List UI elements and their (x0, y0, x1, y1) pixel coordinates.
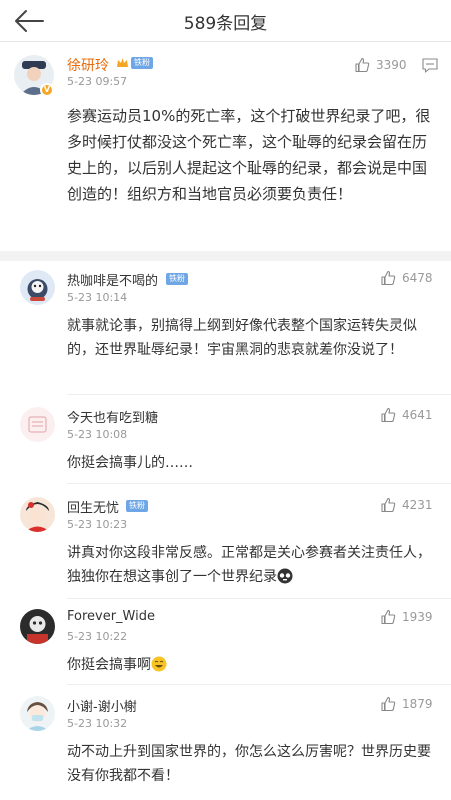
reply-time: 5-23 10:22 (67, 630, 128, 643)
like-button[interactable]: 3390 (354, 57, 407, 73)
fan-badge: 铁粉 (166, 273, 188, 285)
reply-time: 5-23 10:08 (67, 428, 128, 441)
like-count: 4231 (402, 498, 433, 512)
comment-icon[interactable] (421, 56, 439, 74)
main-comment: V 徐研玲 铁粉 5-23 09:57 3390 参赛运动员10%的死亡率，这个… (0, 43, 451, 251)
thumbs-up-icon (381, 696, 396, 712)
author-name[interactable]: 徐研玲 (67, 55, 109, 75)
like-button[interactable]: 1939 (380, 609, 433, 625)
avatar[interactable] (20, 270, 55, 305)
thumbs-up-icon (355, 57, 370, 73)
avatar-image-icon (20, 407, 55, 442)
thumbs-up-icon (381, 497, 396, 513)
reply-text: 你挺会搞事儿的…… (67, 455, 193, 471)
like-button[interactable]: 4231 (380, 497, 433, 513)
avatar[interactable] (20, 696, 55, 731)
like-count: 1879 (402, 697, 433, 711)
reply-time: 5-23 10:32 (67, 717, 128, 730)
reply-text: 讲真对你这段非常反感。正常都是关心参赛者关注责任人，独独你在想这事创了一个世界纪… (67, 545, 431, 585)
like-button[interactable]: 4641 (380, 407, 433, 423)
thumbs-up-icon (381, 270, 396, 286)
reply-author[interactable]: 小谢-谢小榭 (67, 696, 137, 715)
face-emoji-icon (277, 568, 293, 584)
reply-author[interactable]: 今天也有吃到糖 (67, 407, 158, 426)
reply-text-wrap: 讲真对你这段非常反感。正常都是关心参赛者关注责任人，独独你在想这事创了一个世界纪… (67, 541, 437, 589)
reply-divider (67, 684, 451, 685)
grin-emoji-icon (151, 656, 167, 672)
like-count: 6478 (402, 271, 433, 285)
reply-divider (67, 394, 451, 395)
avatar-image-icon (20, 609, 55, 644)
verified-v-icon: V (40, 83, 54, 97)
avatar-image-icon (20, 270, 55, 305)
avatar[interactable] (20, 609, 55, 644)
reply-author[interactable]: 回生无忧 (67, 497, 119, 516)
avatar-image-icon (20, 696, 55, 731)
post-text: 参赛运动员10%的死亡率，这个打破世界纪录了吧，很多时候打仗都没这个死亡率，这个… (67, 107, 431, 203)
post-time: 5-23 09:57 (67, 75, 128, 88)
reply-text: 就事就论事，别搞得上纲到好像代表整个国家运转失灵似的，还世界耻辱纪录！宇宙黑洞的… (67, 318, 417, 358)
page-title: 589条回复 (183, 14, 268, 34)
reply-time: 5-23 10:23 (67, 518, 128, 531)
reply-text: 你挺会搞事啊 (67, 657, 151, 673)
like-count: 3390 (376, 58, 407, 72)
like-count: 4641 (402, 408, 433, 422)
avatar-image-icon (20, 497, 55, 532)
like-button[interactable]: 6478 (380, 270, 433, 286)
avatar[interactable] (20, 497, 55, 532)
reply-author[interactable]: Forever_Wide (67, 609, 155, 624)
avatar[interactable] (20, 407, 55, 442)
like-button[interactable]: 1879 (380, 696, 433, 712)
reply-author[interactable]: 热咖啡是不喝的 (67, 270, 158, 289)
reply-time: 5-23 10:14 (67, 291, 128, 304)
section-divider (0, 251, 451, 261)
reply-divider (67, 483, 451, 484)
like-count: 1939 (402, 610, 433, 624)
fan-badge: 铁粉 (131, 57, 153, 69)
reply-divider (67, 598, 451, 599)
thumbs-up-icon (381, 407, 396, 423)
reply-text-wrap: 你挺会搞事啊 (67, 653, 437, 677)
reply-text: 动不动上升到国家世界的，你怎么这么厉害呢？世界历史要没有你我都不看！ (67, 744, 431, 784)
top-bar: 589条回复 (0, 0, 451, 42)
thumbs-up-icon (381, 609, 396, 625)
fan-badge: 铁粉 (126, 500, 148, 512)
crown-icon (117, 58, 128, 67)
